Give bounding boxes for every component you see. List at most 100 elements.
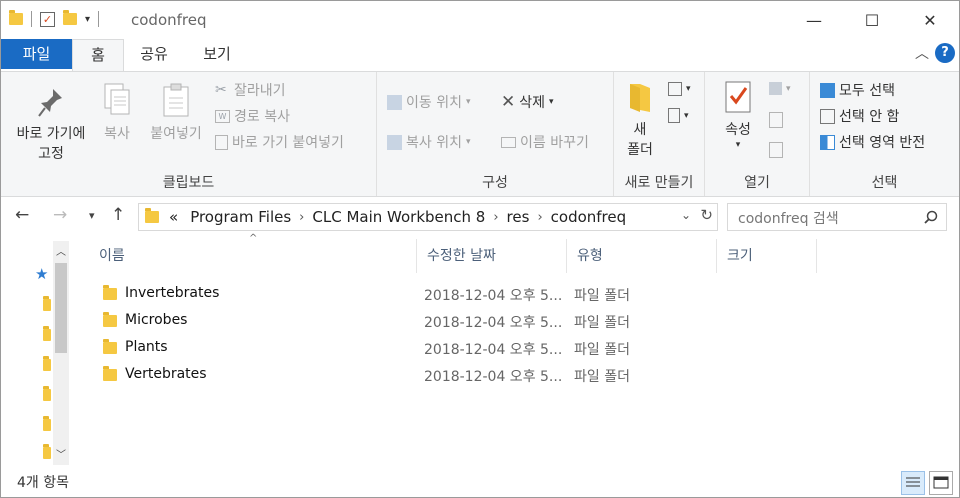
column-type[interactable]: 유형	[567, 239, 717, 273]
tab-file[interactable]: 파일	[1, 39, 72, 69]
refresh-icon[interactable]: ↻	[700, 206, 713, 224]
chevron-down-icon: ▾	[684, 110, 689, 121]
delete-button[interactable]: ✕ 삭제 ▾	[501, 92, 554, 112]
edit-button[interactable]	[769, 112, 783, 128]
search-box[interactable]: codonfreq 검색	[727, 203, 947, 231]
details-view-button[interactable]	[901, 471, 925, 495]
item-type: 파일 폴더	[574, 369, 630, 385]
list-item[interactable]: Plants 2018-12-04 오후 5... 파일 폴더	[89, 335, 819, 362]
breadcrumb-overflow[interactable]: «	[169, 208, 178, 226]
column-name[interactable]: 이름	[89, 239, 417, 273]
new-folder-icon	[630, 84, 650, 112]
copy-to-button[interactable]: 복사 위치 ▾	[387, 132, 471, 152]
breadcrumb-separator-icon[interactable]: ›	[537, 210, 542, 225]
select-all-button[interactable]: 모두 선택	[820, 80, 895, 100]
item-count: 4개 항목	[17, 475, 69, 491]
copy-path-icon: W	[215, 109, 230, 123]
open-icon	[769, 82, 782, 95]
address-bar[interactable]: « Program Files › CLC Main Workbench 8 ›…	[138, 203, 718, 231]
details-view-icon	[906, 477, 920, 487]
tab-share[interactable]: 공유	[127, 39, 181, 69]
breadcrumb-program-files[interactable]: Program Files	[190, 208, 291, 226]
scissors-icon: ✂	[215, 81, 227, 98]
item-date: 2018-12-04 오후 5...	[424, 288, 563, 304]
nav-folder-icon[interactable]	[43, 416, 51, 431]
rename-button[interactable]: 이름 바꾸기	[501, 132, 589, 152]
nav-folder-icon[interactable]	[43, 386, 51, 401]
collapse-ribbon-icon[interactable]: ︿	[915, 43, 929, 63]
large-icons-view-button[interactable]	[929, 471, 953, 495]
column-date-modified[interactable]: 수정한 날짜	[417, 239, 567, 273]
move-to-button[interactable]: 이동 위치 ▾	[387, 92, 471, 112]
pin-quick-access-button[interactable]: 바로 가기에 고정	[7, 86, 95, 164]
breadcrumb-clc-main-workbench[interactable]: CLC Main Workbench 8	[312, 208, 485, 226]
clipboard-group-label: 클립보드	[162, 175, 215, 191]
folder-icon	[103, 312, 117, 327]
nav-folder-icon[interactable]	[43, 356, 51, 371]
chevron-down-icon: ▾	[549, 97, 554, 107]
breadcrumb-codonfreq[interactable]: codonfreq	[551, 208, 627, 226]
organize-group-label: 구성	[482, 175, 508, 191]
move-to-icon	[387, 94, 402, 110]
properties-button[interactable]: 속성 ▾	[711, 80, 765, 150]
nav-folder-icon[interactable]	[43, 444, 51, 459]
breadcrumb-res[interactable]: res	[507, 208, 530, 226]
breadcrumb-separator-icon[interactable]: ›	[299, 210, 304, 225]
invert-selection-button[interactable]: 선택 영역 반전	[820, 132, 925, 152]
scroll-down-icon[interactable]: ﹀	[56, 446, 66, 461]
organize-group: 이동 위치 ▾ 복사 위치 ▾ ✕ 삭제 ▾ 이름 바꾸기 구성	[377, 72, 614, 196]
ribbon-tabs: 파일 홈 공유 보기 ︿ ?	[1, 39, 959, 71]
ribbon: 바로 가기에 고정 복사 붙여넣기 ✂ 잘라내기 W 경로 복사 바로 가기 붙…	[1, 71, 959, 197]
new-folder-button[interactable]: 새 폴더	[620, 80, 660, 160]
open-button[interactable]: ▾	[769, 82, 791, 95]
back-button[interactable]: ←	[15, 205, 29, 225]
navigation-pane: ★ ︿ ﹀	[1, 237, 73, 465]
minimize-button[interactable]: —	[785, 1, 843, 39]
quick-access-star-icon[interactable]: ★	[35, 265, 48, 283]
tab-home[interactable]: 홈	[72, 39, 124, 71]
scroll-up-icon[interactable]: ︿	[56, 243, 66, 258]
new-folder-qat-icon[interactable]	[63, 10, 77, 25]
properties-qat-icon[interactable]: ✓	[40, 11, 55, 27]
chevron-down-icon: ▾	[465, 137, 471, 147]
select-none-button[interactable]: 선택 안 함	[820, 106, 899, 126]
search-icon	[924, 210, 938, 224]
explorer-window: ✓ ▾ codonfreq — ☐ ✕ 파일 홈 공유 보기 ︿ ? 바로 가기…	[0, 0, 960, 498]
close-button[interactable]: ✕	[901, 1, 959, 39]
new-item-button[interactable]: ▾	[668, 82, 691, 96]
select-all-icon	[820, 82, 835, 98]
paste-shortcut-button[interactable]: 바로 가기 붙여넣기	[215, 132, 344, 152]
help-icon[interactable]: ?	[935, 43, 955, 63]
nav-scrollbar[interactable]: ︿ ﹀	[53, 241, 69, 465]
item-type: 파일 폴더	[574, 288, 630, 304]
qat-dropdown-icon[interactable]: ▾	[85, 14, 90, 25]
list-item[interactable]: Microbes 2018-12-04 오후 5... 파일 폴더	[89, 308, 819, 335]
tab-view[interactable]: 보기	[187, 39, 247, 69]
column-size[interactable]: 크기	[717, 239, 817, 273]
list-item[interactable]: Invertebrates 2018-12-04 오후 5... 파일 폴더	[89, 281, 819, 308]
folder-icon	[103, 339, 117, 354]
copy-path-button[interactable]: W 경로 복사	[215, 106, 290, 126]
item-type: 파일 폴더	[574, 342, 630, 358]
address-row: ← → ▾ ↑ « Program Files › CLC Main Workb…	[1, 197, 959, 237]
easy-access-button[interactable]: ▾	[668, 108, 689, 123]
delete-icon: ✕	[501, 92, 516, 112]
nav-folder-icon[interactable]	[43, 296, 51, 311]
cut-button[interactable]: ✂ 잘라내기	[215, 80, 286, 100]
maximize-button[interactable]: ☐	[843, 1, 901, 39]
forward-button[interactable]: →	[53, 205, 67, 225]
breadcrumb-separator-icon[interactable]: ›	[493, 210, 498, 225]
address-dropdown-icon[interactable]: ⌄	[681, 208, 691, 222]
history-button[interactable]	[769, 142, 783, 158]
list-item[interactable]: Vertebrates 2018-12-04 오후 5... 파일 폴더	[89, 362, 819, 389]
recent-locations-button[interactable]: ▾	[89, 209, 95, 222]
nav-folder-icon[interactable]	[43, 326, 51, 341]
paste-button[interactable]: 붙여넣기	[143, 82, 209, 144]
column-headers: ^ 이름 수정한 날짜 유형 크기	[89, 233, 819, 273]
copy-button[interactable]: 복사	[97, 82, 137, 144]
invert-selection-icon	[820, 134, 835, 150]
up-button[interactable]: ↑	[111, 205, 125, 225]
scroll-thumb[interactable]	[55, 263, 67, 353]
pin-icon	[38, 89, 62, 117]
folder-icon	[103, 366, 117, 381]
